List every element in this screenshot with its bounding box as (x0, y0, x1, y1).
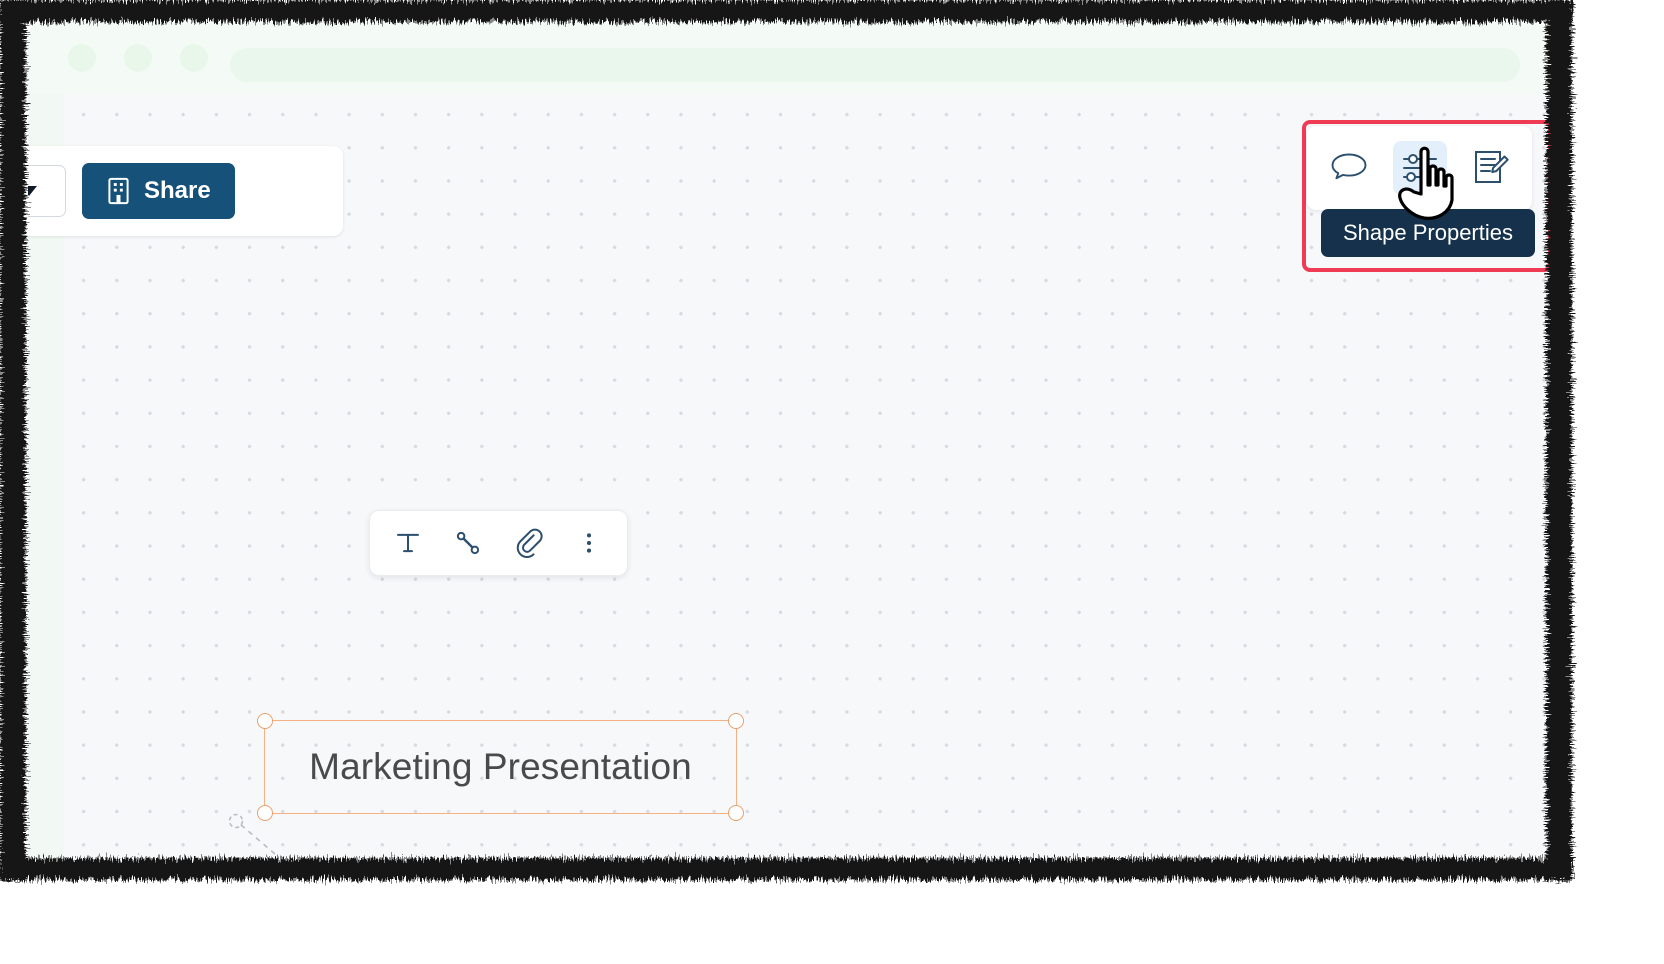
paperclip-icon (516, 528, 543, 559)
building-icon (108, 177, 129, 205)
minimize-dot[interactable] (124, 44, 152, 72)
browser-chrome (28, 22, 1546, 94)
more-options-button[interactable] (567, 521, 611, 565)
connector-tool-button[interactable] (446, 521, 490, 565)
right-icon-panel[interactable] (1307, 126, 1532, 210)
text-tool-button[interactable] (386, 521, 430, 565)
resize-handle-bottom-right[interactable] (728, 805, 744, 821)
maximize-dot[interactable] (180, 44, 208, 72)
selected-text-shape[interactable]: Marketing Presentation (257, 713, 744, 821)
notes-button[interactable] (1464, 141, 1518, 195)
line-connector-icon (457, 531, 480, 555)
tooltip-shape-properties: Shape Properties (1321, 209, 1535, 257)
resize-handle-bottom-left[interactable] (257, 805, 273, 821)
comments-button[interactable] (1322, 141, 1376, 195)
share-button[interactable]: Share (82, 163, 235, 219)
export-button[interactable]: ort (28, 165, 66, 217)
chevron-down-icon (28, 186, 37, 196)
shape-text-label: Marketing Presentation (309, 746, 692, 787)
sliders-icon (1402, 154, 1437, 182)
speech-bubble-icon (1331, 153, 1366, 180)
resize-handle-top-left[interactable] (257, 713, 273, 729)
floating-shape-toolbar[interactable] (369, 510, 628, 576)
document-pencil-icon (1474, 151, 1509, 183)
tooltip-label: Shape Properties (1343, 220, 1513, 245)
resize-handle-top-right[interactable] (728, 713, 744, 729)
text-T-icon (397, 533, 420, 553)
address-bar[interactable] (230, 48, 1520, 82)
screenshot-root: Marketing Presentation Share Shape Prope… (0, 0, 1664, 964)
close-dot[interactable] (68, 44, 96, 72)
kebab-menu-icon (586, 533, 591, 553)
share-button-label: Share (144, 177, 211, 204)
shape-properties-button[interactable] (1392, 141, 1447, 195)
top-left-toolbar[interactable]: ort Share (28, 146, 343, 236)
traffic-lights (68, 44, 208, 72)
attach-link-button[interactable] (507, 521, 551, 565)
